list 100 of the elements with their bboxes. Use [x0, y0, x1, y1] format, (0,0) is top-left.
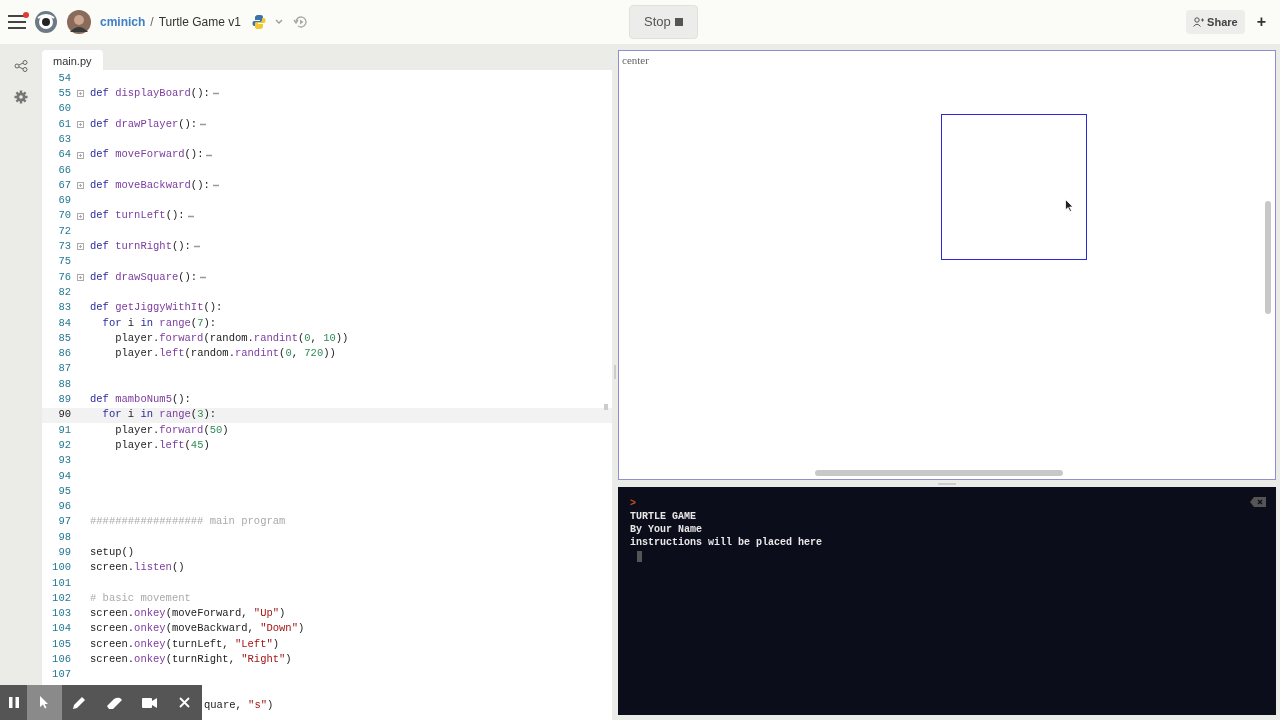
code-line: def turnRight(): — [90, 239, 191, 255]
folded-code-icon[interactable] — [200, 276, 207, 279]
fold-toggle-icon[interactable] — [77, 151, 84, 159]
clear-console-icon[interactable] — [1250, 497, 1266, 507]
line-number: 60 — [57, 101, 71, 117]
person-add-icon — [1193, 17, 1205, 27]
fold-toggle-icon[interactable] — [77, 212, 84, 220]
eraser-icon — [107, 696, 122, 709]
code-line: def drawPlayer(): — [90, 116, 198, 132]
toolbar-tool-button[interactable] — [27, 685, 62, 720]
fold-toggle-icon[interactable] — [77, 243, 84, 251]
python-icon[interactable] — [250, 14, 267, 30]
avatar-icon[interactable] — [67, 10, 91, 34]
line-number: 73 — [57, 239, 71, 255]
line-number: 72 — [57, 223, 71, 239]
line-number: 104 — [51, 621, 71, 637]
fold-toggle-icon[interactable] — [77, 274, 84, 281]
line-number: 106 — [51, 652, 71, 668]
code-line: for i in range(3): — [101, 407, 217, 423]
code-line: # basic movement — [90, 590, 191, 606]
stop-button[interactable]: Stop — [628, 5, 698, 39]
line-number: 55 — [57, 86, 71, 102]
line-number: 99 — [57, 545, 71, 560]
line-number: 96 — [57, 499, 71, 515]
line-number: 61 — [57, 116, 71, 132]
line-number: 102 — [51, 590, 71, 606]
line-number: 94 — [57, 468, 71, 484]
line-number: 105 — [51, 636, 71, 652]
menu-icon[interactable] — [8, 15, 26, 29]
line-number: 54 — [57, 70, 71, 86]
line-number: 86 — [57, 346, 71, 362]
logo-icon[interactable] — [34, 10, 58, 34]
chevron-down-icon[interactable] — [274, 19, 283, 25]
line-number: 64 — [57, 147, 71, 163]
line-number: 85 — [57, 330, 71, 346]
console-output-line: TURTLE GAME — [630, 510, 696, 523]
line-number: 88 — [57, 376, 71, 392]
line-number: 87 — [57, 361, 71, 377]
code-line: screen.onkey(moveBackward, "Down") — [90, 621, 305, 637]
line-number: 70 — [57, 208, 71, 224]
add-button[interactable]: + — [1256, 10, 1266, 34]
fold-toggle-icon[interactable] — [77, 182, 84, 190]
code-line: def displayBoard(): — [90, 86, 210, 102]
video-camera-icon — [142, 697, 157, 708]
code-line: def turnLeft(): — [90, 208, 185, 224]
pen-icon — [73, 696, 86, 709]
line-number: 91 — [57, 422, 71, 438]
line-number: 101 — [51, 575, 71, 591]
code-line: screen.onkey(moveForward, "Up") — [90, 606, 286, 622]
code-line: for i in range(7): — [101, 315, 217, 331]
code-line: player.left(random.randint(0, 720)) — [114, 346, 336, 362]
folded-code-icon[interactable] — [212, 92, 219, 96]
code-line: ################## main program — [90, 514, 286, 530]
horizontal-scrollbar[interactable] — [815, 470, 1063, 476]
file-tab[interactable]: main.py — [42, 50, 103, 70]
line-number: 66 — [57, 162, 71, 178]
code-line: screen.listen() — [90, 560, 185, 576]
line-number: 89 — [57, 392, 71, 407]
share-button[interactable]: Share — [1186, 10, 1245, 34]
code-line: def mamboNum5(): — [90, 392, 191, 407]
line-number: 67 — [57, 177, 71, 193]
folded-code-icon[interactable] — [212, 184, 219, 188]
code-line: def getJiggyWithIt(): — [90, 300, 223, 316]
share-nodes-icon[interactable] — [14, 60, 28, 72]
line-number: 107 — [51, 667, 71, 683]
console-output-line: By Your Name — [630, 523, 702, 536]
code-line: def moveBackward(): — [90, 177, 210, 193]
line-number: 93 — [57, 453, 71, 469]
console-prompt: > — [630, 497, 636, 510]
code-line: setup() — [90, 545, 135, 560]
line-number: 69 — [57, 193, 71, 209]
code-line: player.forward(random.randint(0, 10)) — [114, 330, 349, 346]
path-separator: / — [150, 14, 154, 31]
history-icon[interactable] — [292, 14, 309, 30]
folded-code-icon[interactable] — [206, 153, 213, 157]
vertical-scrollbar[interactable] — [1265, 201, 1271, 314]
code-line: player.forward(50) — [114, 422, 229, 438]
canvas-label: center — [622, 53, 649, 68]
line-number: 103 — [51, 606, 71, 622]
pause-icon — [8, 697, 19, 708]
close-icon — [179, 697, 190, 708]
fold-toggle-icon[interactable] — [77, 90, 84, 98]
folded-code-icon[interactable] — [187, 214, 194, 218]
line-number: 82 — [57, 284, 71, 300]
user-link[interactable]: cminich — [100, 13, 146, 31]
line-number: 75 — [57, 254, 71, 270]
settings-icon[interactable] — [14, 90, 28, 104]
line-number: 83 — [57, 300, 71, 316]
text-cursor — [637, 551, 642, 562]
fold-toggle-icon[interactable] — [77, 121, 84, 129]
project-title: Turtle Game v1 — [158, 14, 241, 31]
folded-code-icon[interactable] — [193, 245, 200, 249]
line-number: 92 — [57, 437, 71, 453]
pointer-icon — [40, 696, 49, 709]
stop-icon — [674, 18, 683, 26]
mouse-cursor-icon — [1065, 199, 1074, 212]
line-number: 90 — [57, 407, 71, 423]
folded-code-icon[interactable] — [200, 123, 207, 127]
line-number: 76 — [57, 269, 71, 285]
line-number: 63 — [57, 131, 71, 147]
